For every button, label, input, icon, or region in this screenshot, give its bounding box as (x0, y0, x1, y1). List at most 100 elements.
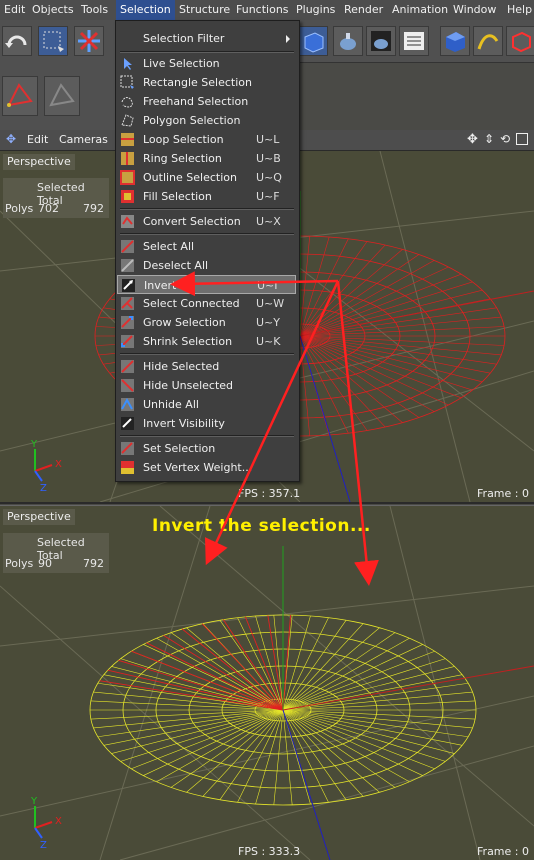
menu-edit[interactable]: Edit (0, 0, 29, 20)
wire-spoke (299, 335, 462, 399)
menu-window[interactable]: Window (449, 0, 500, 20)
menu-separator (120, 353, 294, 355)
viewport-rotate-icon[interactable]: ⟲ (500, 132, 510, 146)
menu-item-shortcut: U~I (257, 279, 278, 292)
menu-functions[interactable]: Functions (232, 0, 293, 20)
menu-item-label: Ring Selection (143, 152, 222, 165)
viewport-title[interactable]: Perspective (3, 509, 75, 525)
menu-item-deselect-all[interactable]: Deselect All (117, 256, 296, 275)
menu-selection[interactable]: Selection (116, 0, 175, 20)
primitive-cube-button[interactable] (440, 26, 470, 56)
menu-item-set-vertex-weight[interactable]: Set Vertex Weight... (117, 458, 296, 477)
menu-item-unhide-all[interactable]: Unhide All (117, 395, 296, 414)
wire-spoke (282, 650, 435, 711)
select-all-icon (121, 240, 134, 253)
menu-item-label: Set Vertex Weight... (143, 461, 253, 474)
wire-spoke (282, 709, 476, 720)
menu-item-loop-selection[interactable]: Loop Selection U~L (117, 130, 296, 149)
polygon-mode-icon (7, 83, 33, 107)
teapot-icon (340, 33, 356, 50)
menu-tools[interactable]: Tools (77, 0, 112, 20)
move-button[interactable] (74, 26, 104, 56)
wire-spoke (299, 335, 505, 346)
undo-button[interactable] (2, 26, 32, 56)
menu-item-label: Set Selection (143, 442, 216, 455)
cube-button[interactable] (298, 26, 328, 56)
viewport-menu-edit[interactable]: Edit (27, 130, 48, 150)
menu-item-set-selection[interactable]: Set Selection (117, 439, 296, 458)
viewport-title[interactable]: Perspective (3, 154, 75, 170)
menu-item-polygon-selection[interactable]: Polygon Selection (117, 111, 296, 130)
menu-item-label: Grow Selection (143, 316, 226, 329)
menu-item-freehand-selection[interactable]: Freehand Selection (117, 92, 296, 111)
edge-mode-icon (49, 83, 75, 107)
rectangle-select-button[interactable] (38, 26, 68, 56)
viewport-menu-cameras[interactable]: Cameras (59, 130, 108, 150)
render-settings-button[interactable] (399, 26, 429, 56)
viewport-move-icon[interactable]: ✥ (6, 132, 16, 146)
hide-unselected-icon (121, 379, 134, 392)
menu-item-select-connected[interactable]: Select Connected U~W (117, 294, 296, 313)
svg-text:Y: Y (30, 796, 38, 807)
wire-spoke (156, 709, 284, 783)
menu-item-hide-unselected[interactable]: Hide Unselected (117, 376, 296, 395)
wire-spoke (273, 709, 284, 805)
stats-row-label: Polys (5, 202, 34, 215)
menu-item-shrink-selection[interactable]: Shrink Selection U~K (117, 332, 296, 351)
wire-spoke (170, 632, 284, 711)
menu-item-rectangle-selection[interactable]: Rectangle Selection (117, 73, 296, 92)
menu-item-label: Selection Filter (143, 32, 225, 45)
edge-mode-button[interactable] (44, 76, 80, 116)
menu-item-outline-selection[interactable]: Outline Selection U~Q (117, 168, 296, 187)
wire-spoke (282, 700, 476, 711)
menu-animation[interactable]: Animation (388, 0, 452, 20)
menu-item-label: Shrink Selection (143, 335, 233, 348)
menu-item-shortcut: U~F (256, 190, 280, 203)
menu-item-label: Convert Selection (143, 215, 241, 228)
spline-icon (477, 34, 499, 50)
menu-item-fill-selection[interactable]: Fill Selection U~F (117, 187, 296, 206)
menu-objects[interactable]: Objects (28, 0, 78, 20)
menu-item-live-selection[interactable]: Live Selection (117, 54, 296, 73)
selection-stats-panel: Selected Total Polys 702 792 (3, 178, 109, 218)
menu-item-select-all[interactable]: Select All (117, 237, 296, 256)
polygon-mode-button[interactable] (2, 76, 38, 116)
menu-structure[interactable]: Structure (175, 0, 234, 20)
menu-item-selection-filter[interactable]: Selection Filter (117, 29, 296, 48)
render-picture-button[interactable] (366, 26, 396, 56)
shrink-selection-icon (121, 335, 134, 348)
menu-item-convert-selection[interactable]: Convert Selection U~X (117, 212, 296, 231)
viewport-maximize-icon[interactable] (516, 133, 528, 145)
spline-button[interactable] (473, 26, 503, 56)
deformer-cube-button[interactable] (506, 26, 534, 56)
svg-text:Z: Z (40, 483, 47, 494)
menu-plugins[interactable]: Plugins (292, 0, 339, 20)
red-cube-icon (512, 31, 531, 53)
submenu-arrow-icon (286, 35, 290, 43)
menu-item-label: Deselect All (143, 259, 209, 272)
menu-item-invert-visibility[interactable]: Invert Visibility (117, 414, 296, 433)
menu-item-invert[interactable]: Invert U~I (117, 275, 296, 294)
invert-icon (122, 279, 135, 292)
viewport-pan-icon[interactable]: ✥ (467, 132, 478, 147)
menu-item-hide-selected[interactable]: Hide Selected (117, 357, 296, 376)
viewport-bottom-perspective[interactable]: Y X Z Perspective Selected Total Polys 9… (0, 505, 534, 860)
wire-spoke (131, 709, 284, 770)
svg-text:Z: Z (40, 840, 47, 851)
wire-spoke (244, 616, 284, 711)
render-view-button[interactable] (333, 26, 363, 56)
wire-spoke (282, 632, 396, 711)
menu-bar: Edit Objects Tools Selection Structure F… (0, 0, 534, 21)
viewport-zoom-icon[interactable]: ⇕ (484, 132, 494, 146)
menu-help[interactable]: Help (503, 0, 534, 20)
menu-item-shortcut: U~Q (256, 171, 282, 184)
menu-item-label: Unhide All (143, 398, 199, 411)
menu-item-ring-selection[interactable]: Ring Selection U~B (117, 149, 296, 168)
menu-item-shortcut: U~X (256, 215, 281, 228)
menu-render[interactable]: Render (340, 0, 387, 20)
menu-item-grow-selection[interactable]: Grow Selection U~Y (117, 313, 296, 332)
unhide-all-icon (121, 397, 134, 411)
menu-item-shortcut: U~Y (256, 316, 280, 329)
invert-visibility-icon (121, 417, 134, 430)
menu-item-shortcut: U~W (256, 297, 285, 310)
